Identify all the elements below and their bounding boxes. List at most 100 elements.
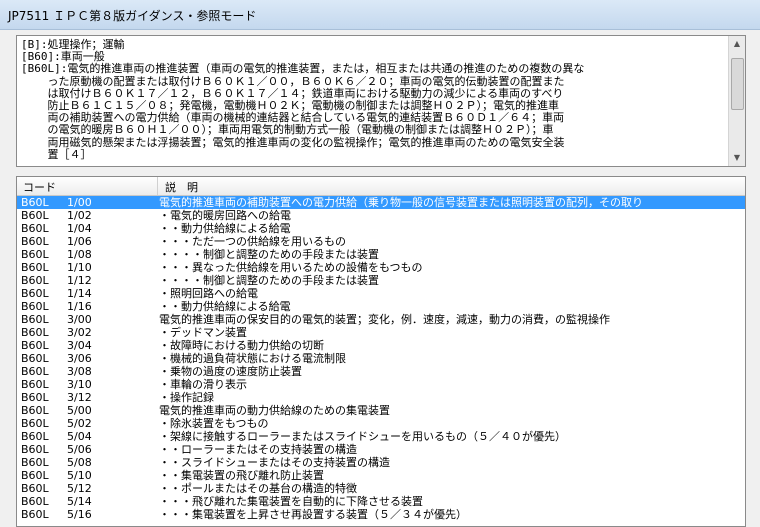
row-code: B60L [21, 508, 49, 521]
table-row[interactable]: B60L 5/16 ・・・集電装置を上昇させ再設置する装置（５／３４が優先） [17, 508, 745, 521]
row-description: ・・ローラーまたはその支持装置の構造 [159, 443, 357, 456]
row-subgroup: 1/14 [67, 287, 92, 300]
row-description: ・機械的過負荷状態における電流制限 [159, 352, 346, 365]
table-row[interactable]: B60L 3/00 電気的推進車両の保安目的の電気的装置；変化，例．速度，減速，動力… [17, 313, 745, 326]
row-subgroup: 3/12 [67, 391, 92, 404]
scroll-up-icon[interactable]: ▲ [729, 36, 745, 52]
table-row[interactable]: B60L 1/04 ・・動力供給線による給電 [17, 222, 745, 235]
table-row[interactable]: B60L 3/10 ・車輪の滑り表示 [17, 378, 745, 391]
row-description: 電気的推進車両の動力供給線のための集電装置 [159, 404, 390, 417]
row-description: ・架線に接触するローラーまたはスライドシューを用いるもの（５／４０が優先） [159, 430, 566, 443]
row-subgroup: 3/04 [67, 339, 92, 352]
row-subgroup: 5/10 [67, 469, 92, 482]
row-subgroup: 5/04 [67, 430, 92, 443]
description-text: [B]:処理操作；運輸 [B60]:車両一般 [B60L]:電気的推進車両の推進装置… [21, 38, 721, 161]
row-subgroup: 1/16 [67, 300, 92, 313]
row-code: B60L [21, 495, 49, 508]
row-subgroup: 5/02 [67, 417, 92, 430]
column-header-code[interactable]: コード [23, 179, 56, 195]
table-row[interactable]: B60L 1/06 ・・・ただ一つの供給線を用いるもの [17, 235, 745, 248]
row-code: B60L [21, 404, 49, 417]
row-code: B60L [21, 287, 49, 300]
row-code: B60L [21, 378, 49, 391]
main-area: [B]:処理操作；運輸 [B60]:車両一般 [B60L]:電気的推進車両の推進装置… [6, 30, 754, 527]
row-subgroup: 5/12 [67, 482, 92, 495]
description-line: の電気的暖房Ｂ６０Ｈ１／００）；車両用電気的制動方式一般（電動機の制御または調整… [21, 123, 554, 137]
table-row[interactable]: B60L 3/06 ・機械的過負荷状態における電流制限 [17, 352, 745, 365]
row-subgroup: 1/06 [67, 235, 92, 248]
row-subgroup: 5/06 [67, 443, 92, 456]
row-subgroup: 1/00 [67, 196, 92, 209]
column-divider[interactable] [157, 177, 158, 195]
description-line: [B60L]:電気的推進車両の推進装置（車両の電気的推進装置，または，相互または… [21, 62, 585, 76]
table-row[interactable]: B60L 5/00 電気的推進車両の動力供給線のための集電装置 [17, 404, 745, 417]
table-row[interactable]: B60L 5/14 ・・・飛び離れた集電装置を自動的に下降させる装置 [17, 495, 745, 508]
row-description: ・・集電装置の飛び離れ防止装置 [159, 469, 324, 482]
table-row[interactable]: B60L 5/02 ・除氷装置をもつもの [17, 417, 745, 430]
row-code: B60L [21, 313, 49, 326]
table-row[interactable]: B60L 3/08 ・乗物の過度の速度防止装置 [17, 365, 745, 378]
row-description: ・乗物の過度の速度防止装置 [159, 365, 302, 378]
row-description: ・・・・制御と調整のための手段または装置 [159, 248, 379, 261]
row-subgroup: 5/16 [67, 508, 92, 521]
row-description: ・・動力供給線による給電 [159, 300, 291, 313]
scroll-thumb[interactable] [731, 58, 744, 110]
table-row[interactable]: B60L 1/16 ・・動力供給線による給電 [17, 300, 745, 313]
table-row-selected[interactable]: B60L 1/00 電気的推進車両の補助装置への電力供給（乗り物一般の信号装置または… [17, 196, 745, 209]
row-subgroup: 1/02 [67, 209, 92, 222]
row-subgroup: 5/14 [67, 495, 92, 508]
row-subgroup: 1/04 [67, 222, 92, 235]
row-subgroup: 1/10 [67, 261, 92, 274]
row-description: ・故障時における動力供給の切断 [159, 339, 324, 352]
row-code: B60L [21, 326, 49, 339]
classification-list[interactable]: コード 説 明 B60L 1/00 電気的推進車両の補助装置への電力供給（乗り物一般… [16, 176, 746, 527]
row-description: ・デッドマン装置 [159, 326, 247, 339]
row-code: B60L [21, 443, 49, 456]
row-code: B60L [21, 391, 49, 404]
row-subgroup: 3/08 [67, 365, 92, 378]
table-row[interactable]: B60L 5/12 ・・ポールまたはその基台の構造的特徴 [17, 482, 745, 495]
table-row[interactable]: B60L 3/12 ・操作記録 [17, 391, 745, 404]
row-description: ・・・飛び離れた集電装置を自動的に下降させる装置 [159, 495, 423, 508]
row-description: ・・・・制御と調整のための手段または装置 [159, 274, 379, 287]
description-line: った原動機の配置または取付けＢ６０Ｋ１／００，Ｂ６０Ｋ６／２０；車両の電気的伝動… [21, 74, 565, 88]
row-description: ・操作記録 [159, 391, 214, 404]
table-row[interactable]: B60L 5/06 ・・ローラーまたはその支持装置の構造 [17, 443, 745, 456]
table-row[interactable]: B60L 5/08 ・・スライドシューまたはその支持装置の構造 [17, 456, 745, 469]
row-description: ・電気的暖房回路への給電 [159, 209, 291, 222]
scroll-down-icon[interactable]: ▼ [729, 150, 745, 166]
row-subgroup: 3/10 [67, 378, 92, 391]
row-subgroup: 1/08 [67, 248, 92, 261]
row-description: ・・・ただ一つの供給線を用いるもの [159, 235, 346, 248]
table-row[interactable]: B60L 1/14 ・照明回路への給電 [17, 287, 745, 300]
table-row[interactable]: B60L 1/10 ・・・異なった供給線を用いるための設備をもつもの [17, 261, 745, 274]
table-row[interactable]: B60L 3/04 ・故障時における動力供給の切断 [17, 339, 745, 352]
column-header-description[interactable]: 説 明 [165, 179, 198, 195]
table-row[interactable]: B60L 1/08 ・・・・制御と調整のための手段または装置 [17, 248, 745, 261]
description-scrollbar[interactable]: ▲ ▼ [728, 36, 745, 166]
row-code: B60L [21, 417, 49, 430]
row-code: B60L [21, 196, 49, 209]
window-title: JP7511 ＩＰＣ第８版ガイダンス・参照モード [8, 9, 257, 23]
classification-description-panel: [B]:処理操作；運輸 [B60]:車両一般 [B60L]:電気的推進車両の推進装置… [16, 35, 746, 167]
title-bar: JP7511 ＩＰＣ第８版ガイダンス・参照モード [0, 0, 760, 30]
row-description: 電気的推進車両の補助装置への電力供給（乗り物一般の信号装置または照明装置の配列，… [159, 196, 643, 209]
table-row[interactable]: B60L 5/04 ・架線に接触するローラーまたはスライドシューを用いるもの（５／４… [17, 430, 745, 443]
row-code: B60L [21, 430, 49, 443]
table-row[interactable]: B60L 1/02 ・電気的暖房回路への給電 [17, 209, 745, 222]
row-description: ・・動力供給線による給電 [159, 222, 291, 235]
row-code: B60L [21, 482, 49, 495]
table-row[interactable]: B60L 1/12 ・・・・制御と調整のための手段または装置 [17, 274, 745, 287]
row-code: B60L [21, 274, 49, 287]
row-code: B60L [21, 248, 49, 261]
row-description: 電気的推進車両の保安目的の電気的装置；変化，例．速度，減速，動力の消費，の監視操… [159, 313, 610, 326]
row-code: B60L [21, 365, 49, 378]
table-row[interactable]: B60L 5/10 ・・集電装置の飛び離れ防止装置 [17, 469, 745, 482]
row-code: B60L [21, 300, 49, 313]
row-code: B60L [21, 469, 49, 482]
row-description: ・・・集電装置を上昇させ再設置する装置（５／３４が優先） [159, 508, 467, 521]
row-description: ・・スライドシューまたはその支持装置の構造 [159, 456, 390, 469]
table-row[interactable]: B60L 3/02 ・デッドマン装置 [17, 326, 745, 339]
row-description: ・車輪の滑り表示 [159, 378, 247, 391]
row-subgroup: 5/08 [67, 456, 92, 469]
